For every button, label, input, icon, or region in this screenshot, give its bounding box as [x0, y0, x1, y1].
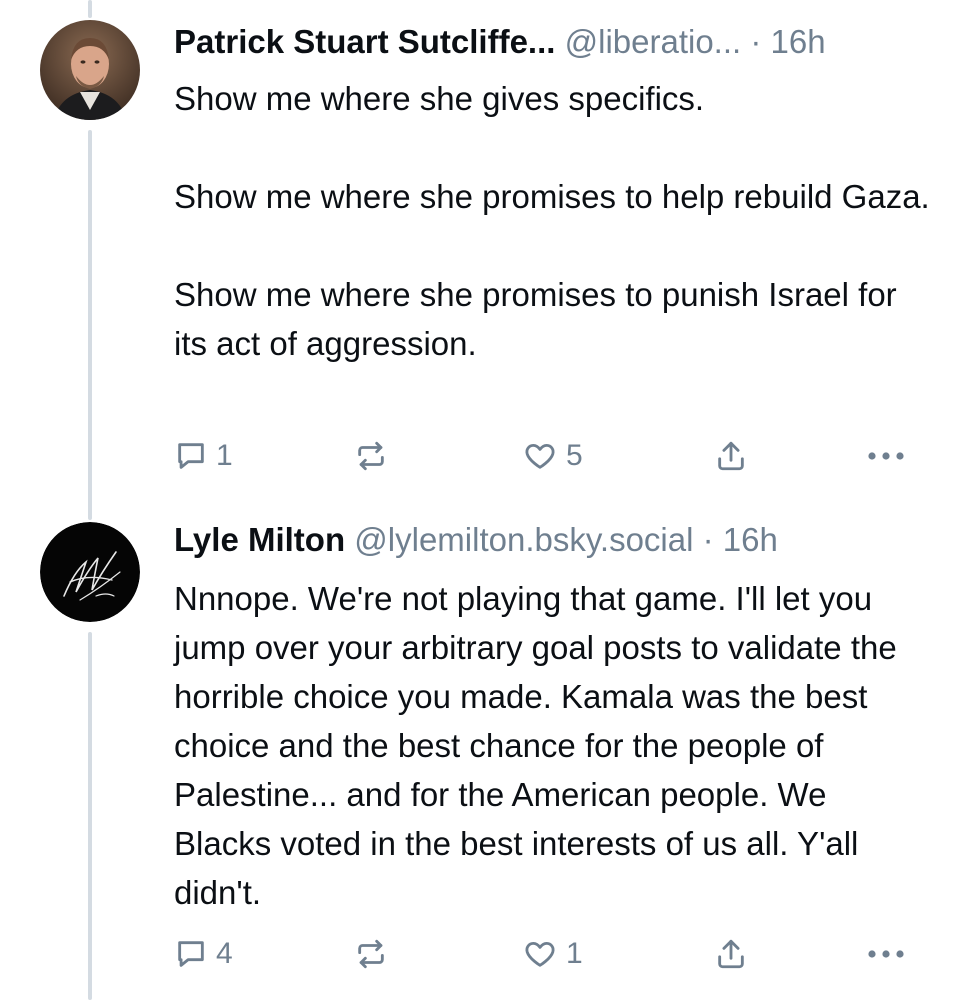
like-button[interactable]: 1	[522, 932, 583, 976]
like-count: 1	[566, 937, 583, 970]
handle[interactable]: @lylemilton.bsky.social	[354, 521, 693, 558]
display-name[interactable]: Lyle Milton	[174, 521, 345, 558]
repost-icon	[358, 441, 384, 471]
post-actions: 4 1	[174, 932, 914, 976]
post-text: Show me where she gives specifics. Show …	[174, 80, 930, 362]
more-button[interactable]	[866, 932, 906, 976]
repost-button[interactable]	[352, 434, 398, 478]
reply-count: 4	[216, 937, 233, 970]
reply-icon	[178, 941, 204, 967]
profile-photo-icon	[40, 20, 140, 120]
share-icon	[718, 939, 744, 969]
heart-icon	[525, 443, 555, 469]
share-button[interactable]	[714, 434, 748, 478]
avatar[interactable]	[40, 522, 140, 622]
handle[interactable]: @liberatio...	[565, 23, 742, 60]
separator: ·	[750, 23, 762, 60]
more-icon	[868, 452, 904, 460]
share-icon	[718, 441, 744, 471]
reply-button[interactable]: 1	[174, 434, 233, 478]
share-button[interactable]	[714, 932, 748, 976]
like-button[interactable]: 5	[522, 434, 583, 478]
repost-icon	[358, 939, 384, 969]
signature-logo-icon	[40, 522, 140, 622]
more-button[interactable]	[866, 434, 906, 478]
repost-button[interactable]	[352, 932, 398, 976]
timestamp[interactable]: 16h	[771, 23, 826, 60]
avatar[interactable]	[40, 20, 140, 120]
heart-icon	[525, 941, 555, 967]
reply-count: 1	[216, 439, 233, 472]
separator: ·	[702, 521, 714, 558]
reply-button[interactable]: 4	[174, 932, 233, 976]
post[interactable]: Lyle Milton @lylemilton.bsky.social · 16…	[0, 500, 961, 1000]
post-actions: 1 5	[174, 434, 914, 478]
reply-icon	[178, 443, 204, 469]
post[interactable]: Patrick Stuart Sutcliffe... @liberatio..…	[0, 0, 961, 500]
post-header: Lyle Milton @lylemilton.bsky.social · 16…	[174, 520, 931, 560]
post-text: Nnnope. We're not playing that game. I'l…	[174, 580, 897, 911]
post-header: Patrick Stuart Sutcliffe... @liberatio..…	[174, 22, 931, 62]
more-icon	[868, 950, 904, 958]
timestamp[interactable]: 16h	[723, 521, 778, 558]
display-name[interactable]: Patrick Stuart Sutcliffe...	[174, 23, 555, 60]
like-count: 5	[566, 439, 583, 472]
